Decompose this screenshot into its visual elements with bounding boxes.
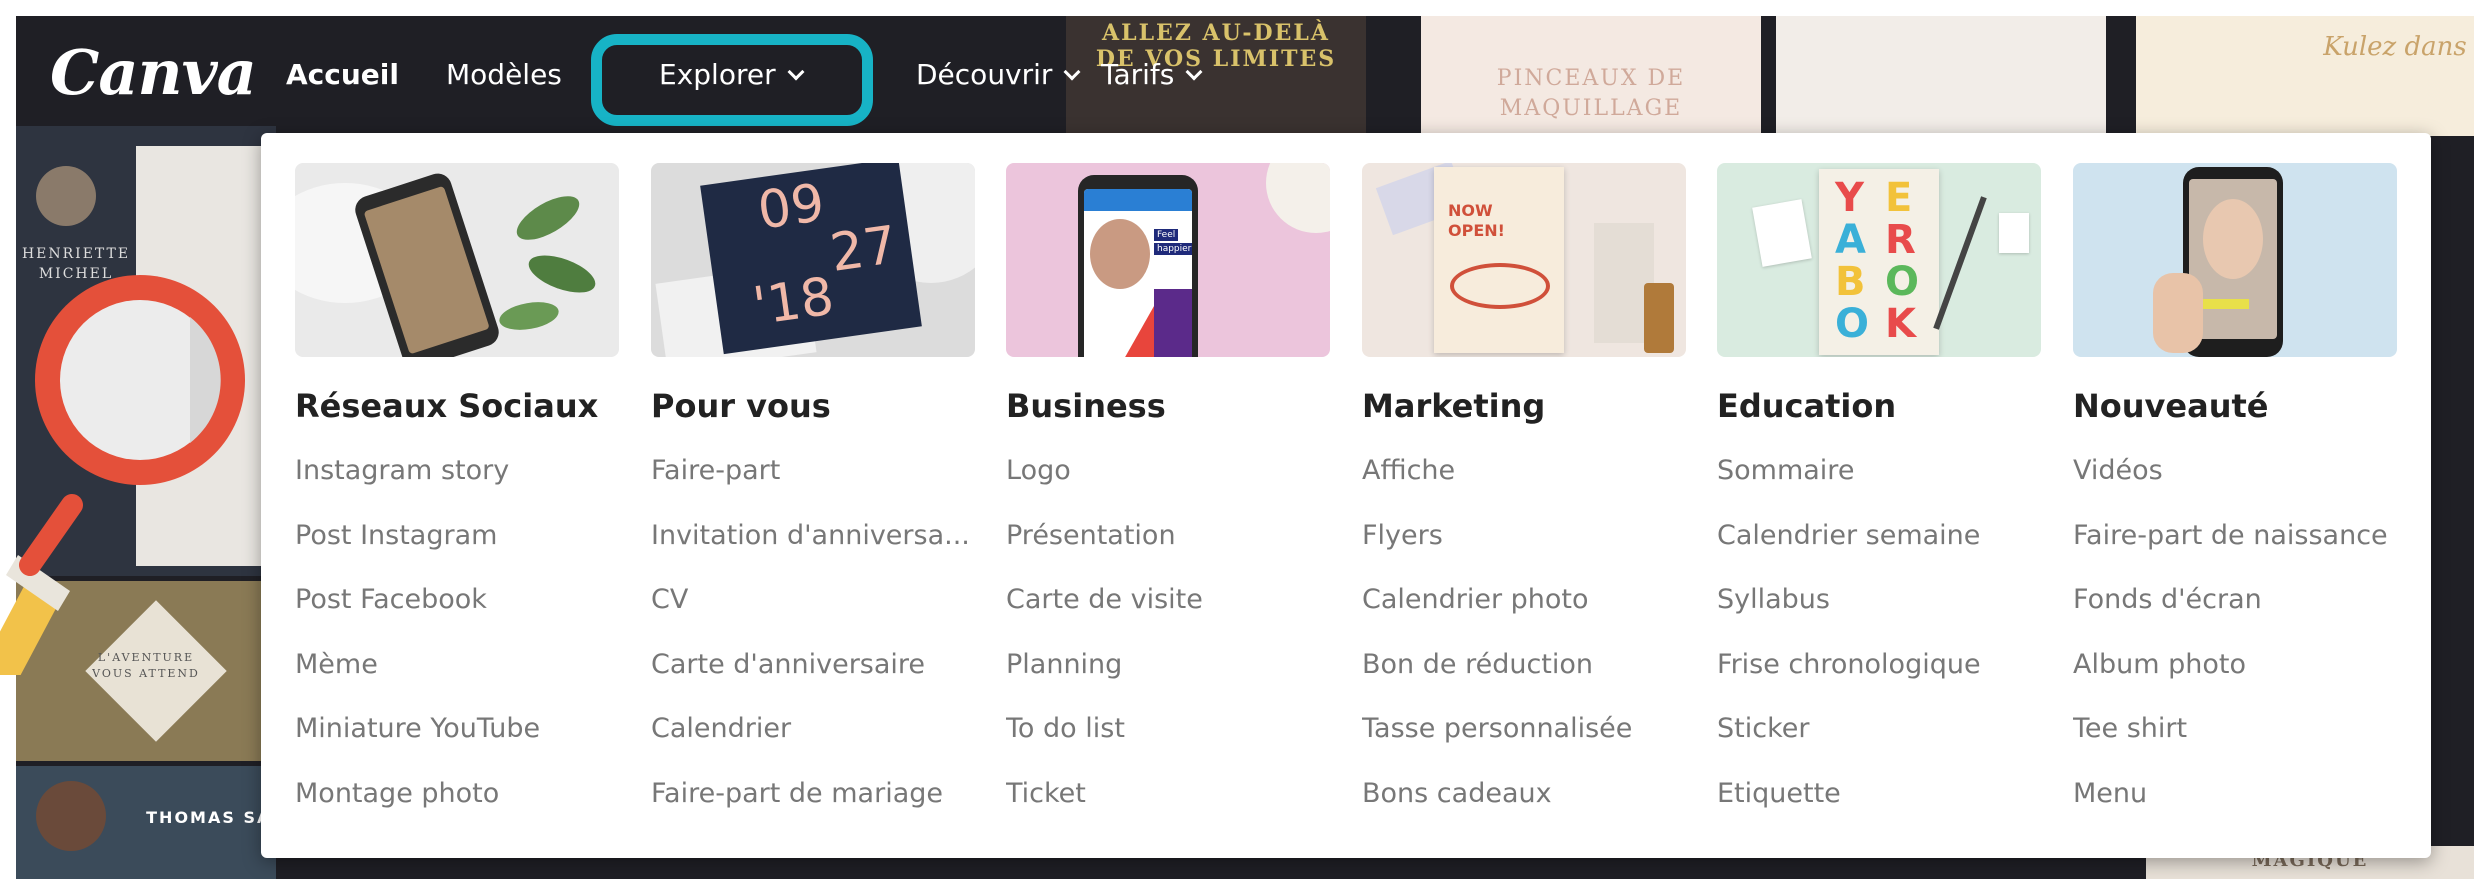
menu-column-title[interactable]: Business (1006, 387, 1330, 425)
menu-item-list: Vidéos Faire-part de naissance Fonds d'é… (2073, 439, 2397, 826)
menu-item-etiquette[interactable]: Etiquette (1717, 762, 2041, 827)
explorer-highlight-frame (591, 34, 873, 126)
thumbnail-marketing[interactable]: NOW OPEN! (1362, 163, 1686, 357)
menu-item-menu[interactable]: Menu (2073, 762, 2397, 827)
menu-column-title[interactable]: Marketing (1362, 387, 1686, 425)
thumb-letter-r: R (1885, 217, 1916, 263)
thumb-date-day: 09 (754, 172, 829, 242)
nav-decouvrir-label: Découvrir (916, 58, 1053, 91)
menu-item-post-instagram[interactable]: Post Instagram (295, 504, 619, 569)
thumbnail-pour-vous[interactable]: 09 27 '18 (651, 163, 975, 357)
canva-logo[interactable]: Canva (50, 36, 257, 109)
menu-item-meme[interactable]: Mème (295, 633, 619, 698)
thumb-text-open: OPEN! (1448, 221, 1505, 240)
menu-item-sticker[interactable]: Sticker (1717, 697, 2041, 762)
nav-accueil-label: Accueil (286, 58, 399, 91)
top-navigation: Canva Accueil Modèles Explorer Découvrir… (16, 16, 2474, 134)
menu-item-tasse-personnalisee[interactable]: Tasse personnalisée (1362, 697, 1686, 762)
menu-column-business: Feel happier Business Logo Présentation … (1006, 163, 1330, 826)
menu-item-carte-de-visite[interactable]: Carte de visite (1006, 568, 1330, 633)
menu-item-logo[interactable]: Logo (1006, 439, 1330, 504)
menu-item-bon-de-reduction[interactable]: Bon de réduction (1362, 633, 1686, 698)
chevron-down-icon (1063, 63, 1081, 81)
thumb-letter-o: O (1885, 259, 1920, 305)
thumb-letter-k: K (1885, 301, 1916, 347)
menu-column-pour-vous: 09 27 '18 Pour vous Faire-part Invitatio… (651, 163, 975, 826)
menu-item-calendrier[interactable]: Calendrier (651, 697, 975, 762)
thumb-letter-a: A (1835, 217, 1866, 263)
thumb-text-happier: happier (1154, 243, 1192, 255)
chevron-down-icon (1185, 63, 1203, 81)
menu-item-frise-chronologique[interactable]: Frise chronologique (1717, 633, 2041, 698)
menu-item-fonds-ecran[interactable]: Fonds d'écran (2073, 568, 2397, 633)
thumb-letter-y: Y (1835, 175, 1864, 221)
menu-item-syllabus[interactable]: Syllabus (1717, 568, 2041, 633)
menu-column-reseaux-sociaux: Réseaux Sociaux Instagram story Post Ins… (295, 163, 619, 826)
bg-tile-thomas: THOMAS SAU (16, 766, 284, 879)
nav-accueil[interactable]: Accueil (286, 58, 399, 91)
thumb-letter-e: E (1885, 175, 1913, 221)
menu-item-calendrier-semaine[interactable]: Calendrier semaine (1717, 504, 2041, 569)
thumbnail-reseaux-sociaux[interactable] (295, 163, 619, 357)
thumbnail-business[interactable]: Feel happier (1006, 163, 1330, 357)
thumbnail-education[interactable]: Y E A R B O O K (1717, 163, 2041, 357)
thumb-text-now: NOW (1448, 201, 1493, 220)
menu-column-education: Y E A R B O O K Education Sommaire Calen… (1717, 163, 2041, 826)
menu-item-to-do-list[interactable]: To do list (1006, 697, 1330, 762)
menu-item-videos[interactable]: Vidéos (2073, 439, 2397, 504)
menu-item-post-facebook[interactable]: Post Facebook (295, 568, 619, 633)
menu-item-cv[interactable]: CV (651, 568, 975, 633)
nav-decouvrir[interactable]: Découvrir (916, 58, 1081, 91)
menu-item-list: Logo Présentation Carte de visite Planni… (1006, 439, 1330, 826)
menu-item-flyers[interactable]: Flyers (1362, 504, 1686, 569)
menu-item-invitation-anniversaire[interactable]: Invitation d'anniversa... (651, 504, 975, 569)
menu-item-carte-anniversaire[interactable]: Carte d'anniversaire (651, 633, 975, 698)
explorer-dropdown-menu: Réseaux Sociaux Instagram story Post Ins… (261, 133, 2431, 858)
menu-item-sommaire[interactable]: Sommaire (1717, 439, 2041, 504)
thumb-date-year: '18 (749, 266, 838, 338)
menu-column-title[interactable]: Pour vous (651, 387, 975, 425)
thumb-letter-o2: O (1835, 301, 1870, 347)
menu-item-list: Faire-part Invitation d'anniversa... CV … (651, 439, 975, 826)
menu-item-faire-part-naissance[interactable]: Faire-part de naissance (2073, 504, 2397, 569)
menu-column-title[interactable]: Nouveauté (2073, 387, 2397, 425)
nav-modeles-label: Modèles (446, 58, 562, 91)
menu-item-tee-shirt[interactable]: Tee shirt (2073, 697, 2397, 762)
menu-column-title[interactable]: Réseaux Sociaux (295, 387, 619, 425)
menu-item-list: Instagram story Post Instagram Post Face… (295, 439, 619, 826)
thumb-letter-b: B (1835, 259, 1866, 305)
menu-item-bons-cadeaux[interactable]: Bons cadeaux (1362, 762, 1686, 827)
thumb-date-month: 27 (826, 215, 901, 284)
menu-item-list: Affiche Flyers Calendrier photo Bon de r… (1362, 439, 1686, 826)
menu-item-faire-part[interactable]: Faire-part (651, 439, 975, 504)
menu-column-marketing: NOW OPEN! Marketing Affiche Flyers Calen… (1362, 163, 1686, 826)
menu-column-nouveaute: Nouveauté Vidéos Faire-part de naissance… (2073, 163, 2397, 826)
menu-column-title[interactable]: Education (1717, 387, 2041, 425)
menu-item-list: Sommaire Calendrier semaine Syllabus Fri… (1717, 439, 2041, 826)
menu-item-faire-part-mariage[interactable]: Faire-part de mariage (651, 762, 975, 827)
menu-item-calendrier-photo[interactable]: Calendrier photo (1362, 568, 1686, 633)
nav-modeles[interactable]: Modèles (446, 58, 562, 91)
menu-item-affiche[interactable]: Affiche (1362, 439, 1686, 504)
nav-tarifs[interactable]: Tarifs (1101, 58, 1203, 91)
nav-tarifs-label: Tarifs (1101, 58, 1175, 91)
menu-item-planning[interactable]: Planning (1006, 633, 1330, 698)
menu-item-ticket[interactable]: Ticket (1006, 762, 1330, 827)
thumbnail-nouveaute[interactable] (2073, 163, 2397, 357)
menu-item-montage-photo[interactable]: Montage photo (295, 762, 619, 827)
thumb-text-feel: Feel (1154, 229, 1179, 241)
magnifier-icon (0, 275, 245, 675)
menu-item-miniature-youtube[interactable]: Miniature YouTube (295, 697, 619, 762)
menu-item-instagram-story[interactable]: Instagram story (295, 439, 619, 504)
menu-item-presentation[interactable]: Présentation (1006, 504, 1330, 569)
menu-item-album-photo[interactable]: Album photo (2073, 633, 2397, 698)
